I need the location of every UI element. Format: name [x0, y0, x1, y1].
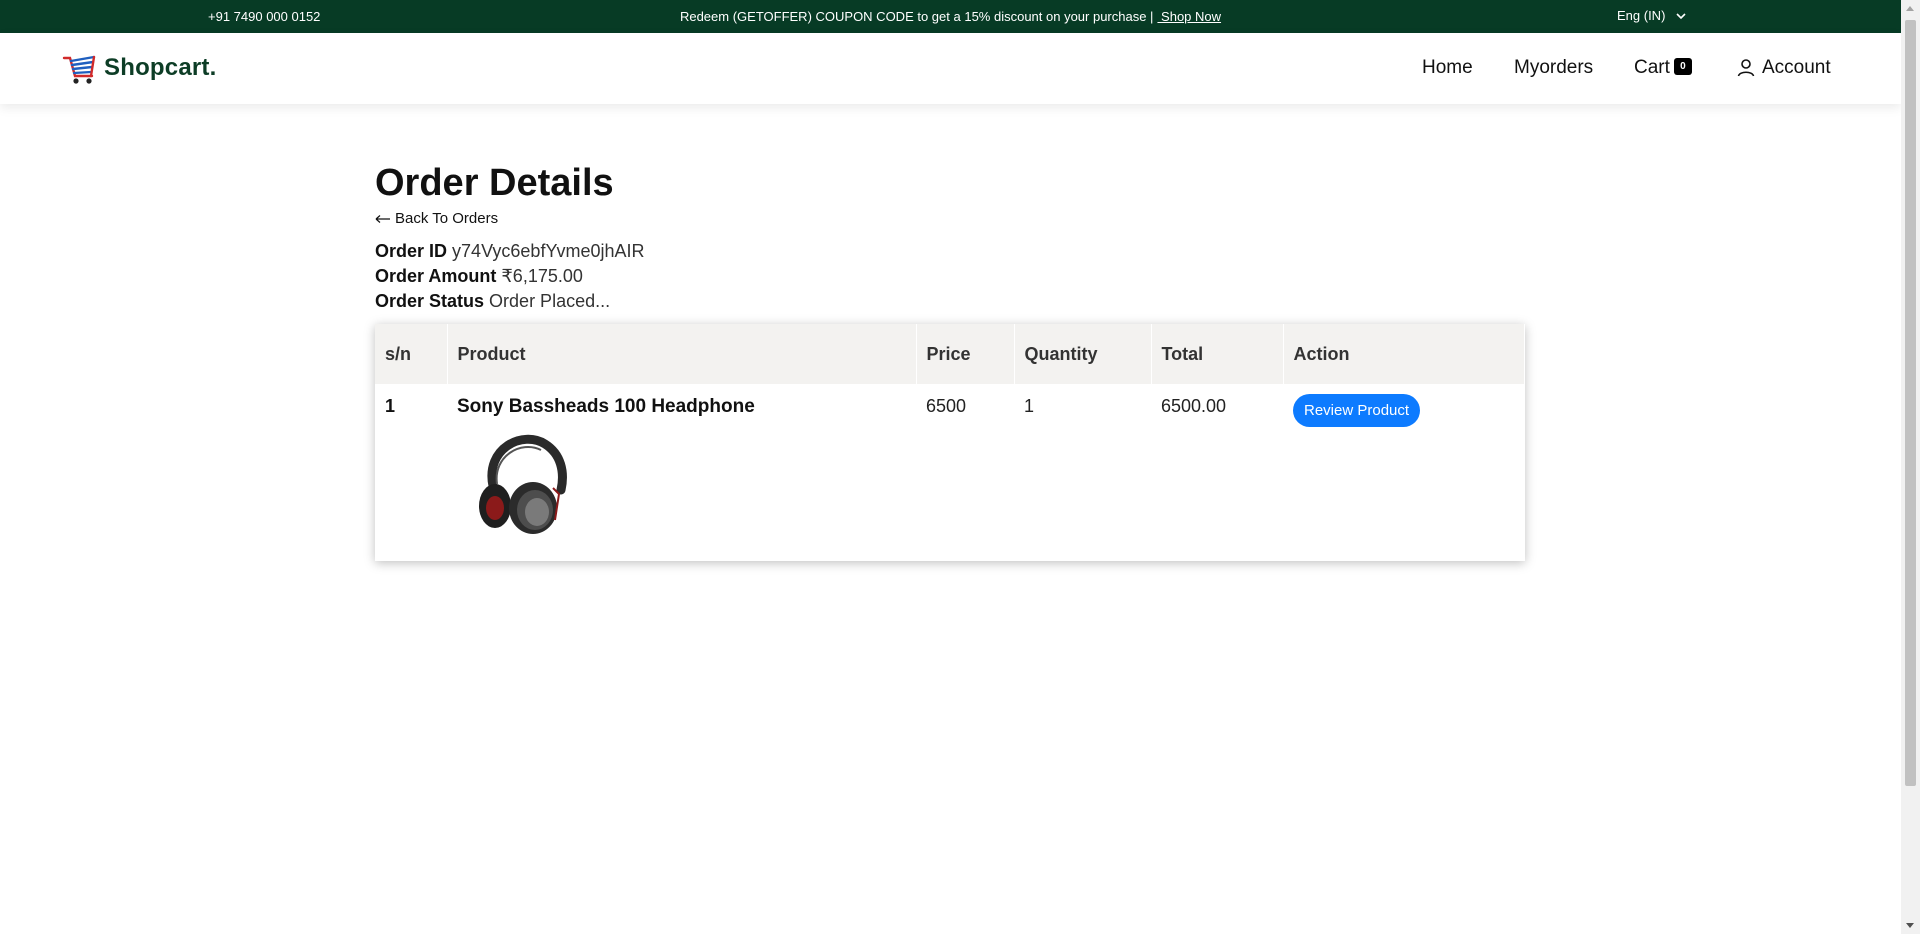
scroll-down-arrow-icon[interactable] [1906, 923, 1914, 928]
order-summary: Order ID y74Vyc6ebfYvme0jhAIR Order Amou… [375, 239, 1525, 314]
nav-myorders[interactable]: Myorders [1514, 57, 1593, 79]
order-amount-label: Order Amount [375, 266, 497, 286]
account-label: Account [1762, 57, 1831, 78]
order-status-value: Order Placed... [489, 291, 611, 311]
order-status-row: Order Status Order Placed... [375, 289, 1525, 314]
order-items-table: s/n Product Price Quantity Total Action … [375, 324, 1525, 561]
shopping-cart-logo-icon [62, 55, 96, 84]
cart-label: Cart [1634, 57, 1670, 78]
column-header-total: Total [1151, 324, 1284, 384]
page-scrollbar[interactable] [1901, 0, 1920, 934]
nav-cart[interactable]: Cart 0 [1634, 57, 1692, 79]
table-row: 1 Sony Bassheads 100 Headphone 6500 1 65… [375, 384, 1525, 561]
chevron-down-icon [1676, 12, 1686, 19]
review-product-button[interactable]: Review Product [1293, 394, 1421, 427]
order-amount-value: ₹6,175.00 [501, 266, 583, 286]
back-to-orders-link[interactable]: Back To Orders [375, 210, 1525, 227]
shop-now-link[interactable]: Shop Now [1157, 9, 1221, 24]
table-header-row: s/n Product Price Quantity Total Action [375, 324, 1525, 384]
headphone-product-image [479, 434, 567, 534]
site-header: Shopcart. Home Myorders Cart 0 Account [0, 33, 1901, 104]
order-details-section: Order Details Back To Orders Order ID y7… [375, 160, 1525, 561]
scroll-thumb[interactable] [1905, 20, 1916, 786]
cell-product: Sony Bassheads 100 Headphone [447, 384, 916, 561]
nav-home[interactable]: Home [1422, 57, 1473, 79]
scroll-up-arrow-icon[interactable] [1906, 6, 1914, 11]
user-icon [1737, 59, 1755, 77]
cell-sn: 1 [385, 396, 396, 416]
order-status-label: Order Status [375, 291, 485, 311]
brand-name: Shopcart. [104, 54, 217, 81]
column-header-product: Product [447, 324, 917, 384]
cell-action: Review Product [1283, 384, 1525, 561]
nav-account[interactable]: Account [1736, 57, 1831, 79]
language-selector[interactable]: Eng (IN) [1617, 8, 1687, 23]
column-header-sn: s/n [375, 324, 448, 384]
arrow-left-icon [375, 214, 390, 223]
cart-count-badge: 0 [1673, 58, 1692, 75]
column-header-quantity: Quantity [1014, 324, 1152, 384]
product-name: Sony Bassheads 100 Headphone [457, 396, 755, 417]
column-header-action: Action [1283, 324, 1525, 384]
promo-message: Redeem (GETOFFER) COUPON CODE to get a 1… [0, 9, 1901, 24]
cell-total: 6500.00 [1161, 396, 1227, 416]
order-amount-row: Order Amount ₹6,175.00 [375, 264, 1525, 289]
promo-text: Redeem (GETOFFER) COUPON CODE to get a 1… [679, 9, 1154, 24]
language-label: Eng (IN) [1617, 8, 1666, 23]
brand-logo[interactable]: Shopcart. [62, 50, 216, 86]
order-items-table-card: s/n Product Price Quantity Total Action … [375, 324, 1525, 561]
order-id-value: y74Vyc6ebfYvme0jhAIR [452, 241, 645, 261]
order-id-row: Order ID y74Vyc6ebfYvme0jhAIR [375, 239, 1525, 264]
column-header-price: Price [916, 324, 1015, 384]
cell-quantity: 1 [1024, 396, 1035, 416]
back-link-label: Back To Orders [395, 210, 499, 227]
page-title: Order Details [375, 162, 614, 204]
cell-price: 6500 [926, 396, 967, 416]
announcement-bar: +91 7490 000 0152 Redeem (GETOFFER) COUP… [0, 0, 1901, 33]
order-id-label: Order ID [375, 241, 448, 261]
